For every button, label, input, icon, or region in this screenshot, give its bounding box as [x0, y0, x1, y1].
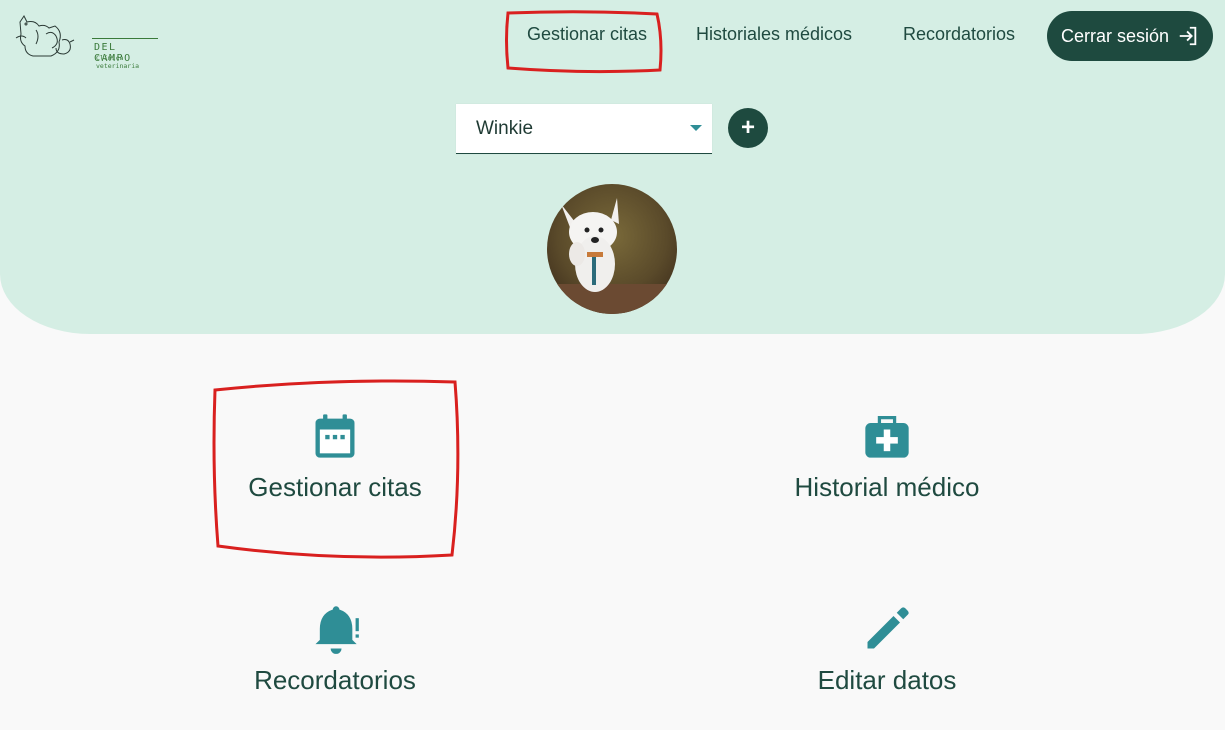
calendar-icon: [315, 414, 355, 458]
card-label: Recordatorios: [254, 665, 416, 695]
logo-divider: [92, 38, 158, 39]
bell-alert-icon: [315, 606, 359, 654]
nav-gestionar-citas[interactable]: Gestionar citas: [527, 24, 647, 45]
login-arrow-icon: [1179, 26, 1197, 46]
nav-recordatorios[interactable]: Recordatorios: [903, 24, 1015, 45]
add-pet-button[interactable]: +: [728, 108, 768, 148]
pet-select-value: Winkie: [476, 117, 534, 139]
logout-button[interactable]: Cerrar sesión: [1047, 11, 1213, 61]
pet-avatar: [547, 184, 677, 314]
card-historial-medico[interactable]: Historial médico: [767, 410, 1007, 503]
medical-kit-icon: [865, 415, 909, 458]
card-label: Gestionar citas: [248, 472, 422, 502]
pet-select[interactable]: Winkie: [456, 104, 712, 154]
farm-animals-logo-icon: [15, 15, 75, 57]
dog-photo-icon: [547, 184, 677, 314]
card-gestionar-citas[interactable]: Gestionar citas: [215, 410, 455, 503]
dropdown-arrow-icon: [690, 125, 702, 131]
pencil-icon: [867, 607, 909, 649]
brand-logo[interactable]: DEL CAMPO Clínica veterinaria: [14, 12, 158, 70]
card-label: Historial médico: [794, 472, 980, 502]
card-label: Editar datos: [817, 665, 957, 695]
nav-historiales-medicos[interactable]: Historiales médicos: [696, 24, 852, 45]
card-recordatorios[interactable]: Recordatorios: [215, 603, 455, 696]
card-editar-datos[interactable]: Editar datos: [767, 603, 1007, 696]
brand-subtitle: Clínica veterinaria: [96, 54, 140, 70]
logout-label: Cerrar sesión: [1060, 25, 1170, 46]
